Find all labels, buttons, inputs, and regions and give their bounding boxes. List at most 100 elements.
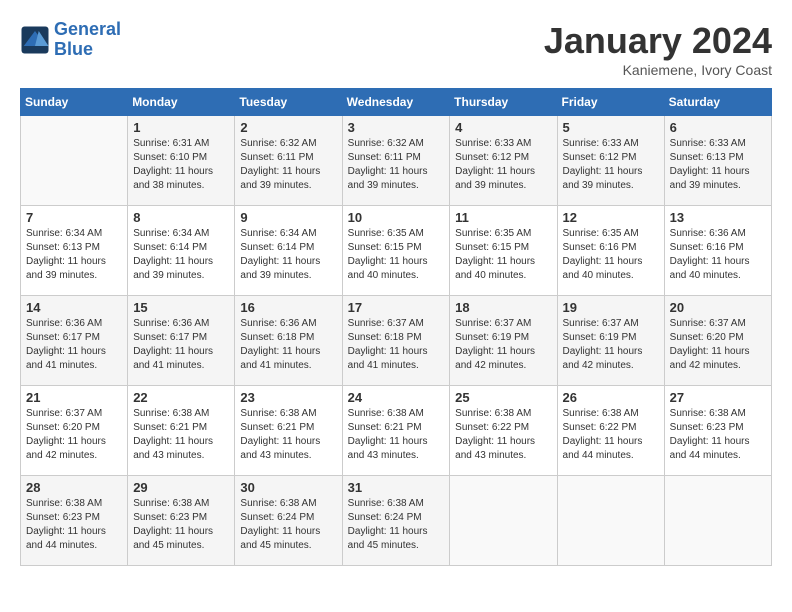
calendar-cell: 15 Sunrise: 6:36 AMSunset: 6:17 PMDayligh… [128,296,235,386]
day-info: Sunrise: 6:38 AMSunset: 6:23 PMDaylight:… [670,407,766,463]
day-info: Sunrise: 6:37 AMSunset: 6:19 PMDaylight:… [455,317,551,373]
day-info: Sunrise: 6:38 AMSunset: 6:21 PMDaylight:… [133,407,229,463]
calendar-cell: 25 Sunrise: 6:38 AMSunset: 6:22 PMDayligh… [450,386,557,476]
day-number: 2 [240,120,336,135]
day-number: 24 [348,390,445,405]
calendar-cell: 9 Sunrise: 6:34 AMSunset: 6:14 PMDaylight… [235,206,342,296]
day-header-sunday: Sunday [21,89,128,116]
day-info: Sunrise: 6:36 AMSunset: 6:17 PMDaylight:… [26,317,122,373]
logo-text: General Blue [54,20,121,60]
day-number: 13 [670,210,766,225]
day-number: 9 [240,210,336,225]
calendar-cell: 10Sunrise: 6:35 AMSunset: 6:15 PMDayligh… [342,206,450,296]
day-number: 22 [133,390,229,405]
day-info: Sunrise: 6:37 AMSunset: 6:19 PMDaylight:… [563,317,659,373]
day-info: Sunrise: 6:34 AMSunset: 6:13 PMDaylight:… [26,227,122,283]
calendar-cell: 22 Sunrise: 6:38 AMSunset: 6:21 PMDayligh… [128,386,235,476]
day-info: Sunrise: 6:34 AMSunset: 6:14 PMDaylight:… [240,227,336,283]
day-info: Sunrise: 6:32 AMSunset: 6:11 PMDaylight:… [240,137,336,193]
calendar-cell: 4 Sunrise: 6:33 AMSunset: 6:12 PMDaylight… [450,116,557,206]
calendar-cell: 2 Sunrise: 6:32 AMSunset: 6:11 PMDaylight… [235,116,342,206]
day-number: 27 [670,390,766,405]
calendar-cell: 24 Sunrise: 6:38 AMSunset: 6:21 PMDayligh… [342,386,450,476]
day-number: 16 [240,300,336,315]
day-number: 23 [240,390,336,405]
calendar-cell [557,476,664,566]
calendar-cell: 28Sunrise: 6:38 AMSunset: 6:23 PMDayligh… [21,476,128,566]
day-info: Sunrise: 6:35 AMSunset: 6:15 PMDaylight:… [455,227,551,283]
day-number: 29 [133,480,229,495]
day-header-thursday: Thursday [450,89,557,116]
calendar-cell: 12Sunrise: 6:35 AMSunset: 6:16 PMDayligh… [557,206,664,296]
page-header: General Blue January 2024 Kaniemene, Ivo… [20,20,772,78]
day-info: Sunrise: 6:38 AMSunset: 6:22 PMDaylight:… [455,407,551,463]
day-number: 25 [455,390,551,405]
day-number: 1 [133,120,229,135]
day-info: Sunrise: 6:37 AMSunset: 6:20 PMDaylight:… [670,317,766,373]
day-info: Sunrise: 6:36 AMSunset: 6:17 PMDaylight:… [133,317,229,373]
day-number: 30 [240,480,336,495]
day-header-friday: Friday [557,89,664,116]
day-number: 15 [133,300,229,315]
calendar-week-row: 7 Sunrise: 6:34 AMSunset: 6:13 PMDaylight… [21,206,772,296]
calendar-cell: 23 Sunrise: 6:38 AMSunset: 6:21 PMDayligh… [235,386,342,476]
day-info: Sunrise: 6:37 AMSunset: 6:20 PMDaylight:… [26,407,122,463]
day-info: Sunrise: 6:38 AMSunset: 6:21 PMDaylight:… [240,407,336,463]
calendar-cell: 8 Sunrise: 6:34 AMSunset: 6:14 PMDaylight… [128,206,235,296]
day-header-saturday: Saturday [664,89,771,116]
calendar-week-row: 14 Sunrise: 6:36 AMSunset: 6:17 PMDayligh… [21,296,772,386]
day-info: Sunrise: 6:32 AMSunset: 6:11 PMDaylight:… [348,137,445,193]
day-info: Sunrise: 6:33 AMSunset: 6:12 PMDaylight:… [563,137,659,193]
calendar-cell: 29Sunrise: 6:38 AMSunset: 6:23 PMDayligh… [128,476,235,566]
calendar-header-row: SundayMondayTuesdayWednesdayThursdayFrid… [21,89,772,116]
calendar-week-row: 21Sunrise: 6:37 AMSunset: 6:20 PMDayligh… [21,386,772,476]
day-info: Sunrise: 6:33 AMSunset: 6:12 PMDaylight:… [455,137,551,193]
logo-line2: Blue [54,39,93,59]
day-info: Sunrise: 6:36 AMSunset: 6:16 PMDaylight:… [670,227,766,283]
day-number: 17 [348,300,445,315]
day-number: 7 [26,210,122,225]
calendar-cell: 11 Sunrise: 6:35 AMSunset: 6:15 PMDayligh… [450,206,557,296]
calendar-cell: 26 Sunrise: 6:38 AMSunset: 6:22 PMDayligh… [557,386,664,476]
calendar-cell: 30Sunrise: 6:38 AMSunset: 6:24 PMDayligh… [235,476,342,566]
day-header-wednesday: Wednesday [342,89,450,116]
calendar-cell: 21Sunrise: 6:37 AMSunset: 6:20 PMDayligh… [21,386,128,476]
logo-line1: General [54,19,121,39]
day-header-monday: Monday [128,89,235,116]
day-info: Sunrise: 6:37 AMSunset: 6:18 PMDaylight:… [348,317,445,373]
day-number: 19 [563,300,659,315]
calendar-cell [664,476,771,566]
calendar-cell: 5Sunrise: 6:33 AMSunset: 6:12 PMDaylight… [557,116,664,206]
day-number: 11 [455,210,551,225]
day-number: 18 [455,300,551,315]
calendar-week-row: 1Sunrise: 6:31 AMSunset: 6:10 PMDaylight… [21,116,772,206]
day-info: Sunrise: 6:33 AMSunset: 6:13 PMDaylight:… [670,137,766,193]
day-header-tuesday: Tuesday [235,89,342,116]
day-number: 3 [348,120,445,135]
calendar-cell: 3 Sunrise: 6:32 AMSunset: 6:11 PMDaylight… [342,116,450,206]
calendar-cell: 20 Sunrise: 6:37 AMSunset: 6:20 PMDayligh… [664,296,771,386]
calendar-cell: 14 Sunrise: 6:36 AMSunset: 6:17 PMDayligh… [21,296,128,386]
day-info: Sunrise: 6:38 AMSunset: 6:23 PMDaylight:… [26,497,122,553]
logo: General Blue [20,20,121,60]
day-info: Sunrise: 6:34 AMSunset: 6:14 PMDaylight:… [133,227,229,283]
day-number: 20 [670,300,766,315]
day-number: 6 [670,120,766,135]
day-info: Sunrise: 6:36 AMSunset: 6:18 PMDaylight:… [240,317,336,373]
calendar-week-row: 28Sunrise: 6:38 AMSunset: 6:23 PMDayligh… [21,476,772,566]
logo-icon [20,25,50,55]
calendar-cell [21,116,128,206]
location-subtitle: Kaniemene, Ivory Coast [544,62,772,78]
day-number: 26 [563,390,659,405]
calendar-cell: 16 Sunrise: 6:36 AMSunset: 6:18 PMDayligh… [235,296,342,386]
day-info: Sunrise: 6:38 AMSunset: 6:21 PMDaylight:… [348,407,445,463]
day-number: 8 [133,210,229,225]
day-info: Sunrise: 6:35 AMSunset: 6:15 PMDaylight:… [348,227,445,283]
month-title: January 2024 [544,20,772,62]
title-area: January 2024 Kaniemene, Ivory Coast [544,20,772,78]
day-info: Sunrise: 6:38 AMSunset: 6:22 PMDaylight:… [563,407,659,463]
calendar-cell: 6 Sunrise: 6:33 AMSunset: 6:13 PMDaylight… [664,116,771,206]
day-number: 31 [348,480,445,495]
day-number: 14 [26,300,122,315]
day-number: 4 [455,120,551,135]
